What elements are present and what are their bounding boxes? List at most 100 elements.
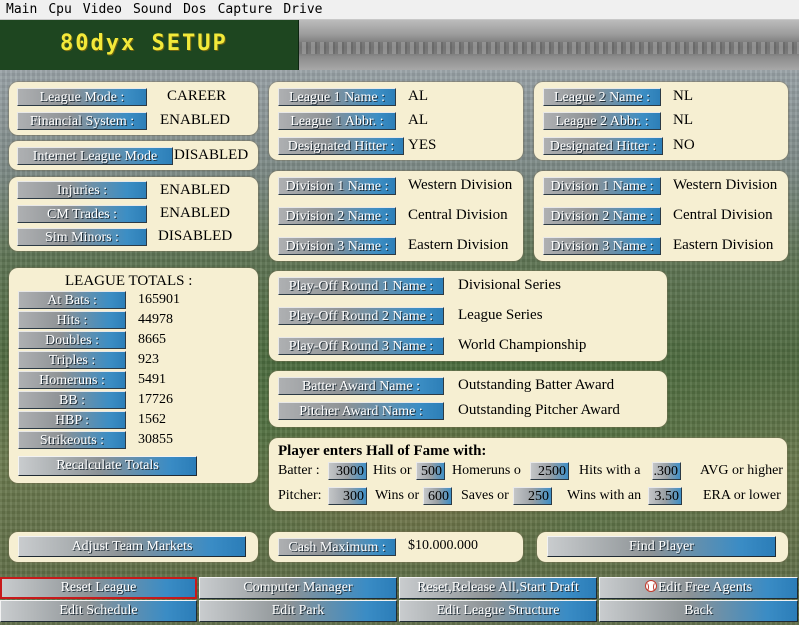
edit-schedule-button[interactable]: Edit Schedule bbox=[0, 600, 197, 622]
playoff-round-1-value: Divisional Series bbox=[458, 277, 561, 293]
totals-bb-value: 17726 bbox=[138, 392, 173, 407]
hof-pitcher-label: Pitcher: bbox=[278, 488, 322, 503]
league-1-division-1-label[interactable]: Division 1 Name : bbox=[278, 177, 396, 195]
totals-hbp-label[interactable]: HBP : bbox=[18, 411, 126, 429]
hof-pitcher-wins-text: Wins or bbox=[375, 488, 420, 503]
cash-maximum-label[interactable]: Cash Maximum : bbox=[278, 538, 396, 556]
totals-strikeouts-value: 30855 bbox=[138, 432, 173, 447]
financial-system-label[interactable]: Financial System : bbox=[17, 112, 147, 130]
league-2-name-label[interactable]: League 2 Name : bbox=[543, 88, 661, 106]
league-1-name-value: AL bbox=[408, 88, 428, 104]
hof-pitcher-saves-text: Saves or bbox=[461, 488, 509, 503]
hof-batter-hits-input[interactable]: 3000 bbox=[328, 462, 367, 480]
league-1-division-1-value: Western Division bbox=[408, 177, 513, 193]
playoff-round-2-label[interactable]: Play-Off Round 2 Name : bbox=[278, 307, 444, 325]
cm-trades-label[interactable]: CM Trades : bbox=[17, 205, 147, 223]
menu-drive[interactable]: Drive bbox=[277, 0, 327, 20]
league-2-division-2-label[interactable]: Division 2 Name : bbox=[543, 207, 661, 225]
league-1-designated-hitter-label[interactable]: Designated Hitter : bbox=[278, 137, 404, 155]
internet-league-panel: Internet League Mode DISABLED bbox=[9, 141, 258, 170]
league-1-division-3-value: Eastern Division bbox=[408, 237, 509, 253]
pitcher-award-value: Outstanding Pitcher Award bbox=[458, 402, 620, 418]
league-mode-label[interactable]: League Mode : bbox=[17, 88, 147, 106]
hall-of-fame-title: Player enters Hall of Fame with: bbox=[278, 443, 487, 459]
league-1-division-2-label[interactable]: Division 2 Name : bbox=[278, 207, 396, 225]
league-1-abbr-value: AL bbox=[408, 112, 428, 128]
league-2-division-3-label[interactable]: Division 3 Name : bbox=[543, 237, 661, 255]
hof-pitcher-era-input[interactable]: 3.50 bbox=[648, 487, 682, 505]
hall-of-fame-panel: Player enters Hall of Fame with: Batter … bbox=[269, 438, 787, 511]
edit-league-structure-button[interactable]: Edit League Structure bbox=[399, 600, 597, 622]
league-2-division-1-label[interactable]: Division 1 Name : bbox=[543, 177, 661, 195]
injuries-value: ENABLED bbox=[160, 182, 230, 198]
league-1-panel: League 1 Name : AL League 1 Abbr. : AL D… bbox=[269, 82, 523, 160]
hof-batter-avg-input[interactable]: .300 bbox=[652, 462, 681, 480]
totals-homeruns-value: 5491 bbox=[138, 372, 166, 387]
totals-strikeouts-label[interactable]: Strikeouts : bbox=[18, 431, 126, 449]
league-1-name-label[interactable]: League 1 Name : bbox=[278, 88, 396, 106]
hof-batter-avg-hits-input[interactable]: 2500 bbox=[530, 462, 569, 480]
find-player-button[interactable]: Find Player bbox=[547, 536, 776, 557]
playoffs-panel: Play-Off Round 1 Name : Divisional Serie… bbox=[269, 271, 667, 361]
league-1-division-3-label[interactable]: Division 3 Name : bbox=[278, 237, 396, 255]
hof-batter-hits-text: Hits or bbox=[373, 463, 412, 478]
app-title: 80dyx SETUP bbox=[60, 31, 228, 56]
menu-main[interactable]: Main bbox=[0, 0, 42, 20]
hof-batter-homeruns-input[interactable]: 500 bbox=[416, 462, 445, 480]
menu-video[interactable]: Video bbox=[77, 0, 127, 20]
totals-hits-label[interactable]: Hits : bbox=[18, 311, 126, 329]
menu-dos[interactable]: Dos bbox=[177, 0, 211, 20]
find-player-panel: Find Player bbox=[537, 532, 788, 562]
league-2-designated-hitter-label[interactable]: Designated Hitter : bbox=[543, 137, 663, 155]
totals-bb-label[interactable]: BB : bbox=[18, 391, 126, 409]
totals-doubles-label[interactable]: Doubles : bbox=[18, 331, 126, 349]
menu-cpu[interactable]: Cpu bbox=[42, 0, 76, 20]
league-2-abbr-label[interactable]: League 2 Abbr. : bbox=[543, 112, 661, 130]
edit-park-button[interactable]: Edit Park bbox=[199, 600, 397, 622]
pitcher-award-label[interactable]: Pitcher Award Name : bbox=[278, 402, 444, 420]
playoff-round-1-label[interactable]: Play-Off Round 1 Name : bbox=[278, 277, 444, 295]
cash-maximum-value: $10.000.000 bbox=[408, 538, 478, 553]
playoff-round-3-value: World Championship bbox=[458, 337, 587, 353]
injuries-label[interactable]: Injuries : bbox=[17, 181, 147, 199]
league-totals-title: LEAGUE TOTALS : bbox=[65, 273, 193, 289]
cm-trades-value: ENABLED bbox=[160, 205, 230, 221]
totals-doubles-value: 8665 bbox=[138, 332, 166, 347]
totals-at-bats-value: 165901 bbox=[138, 292, 180, 307]
sim-minors-label[interactable]: Sim Minors : bbox=[17, 228, 147, 246]
edit-free-agents-label: Edit Free Agents bbox=[657, 580, 753, 595]
awards-panel: Batter Award Name : Outstanding Batter A… bbox=[269, 371, 667, 427]
hof-pitcher-wins-input[interactable]: 300 bbox=[328, 487, 367, 505]
hof-batter-avg-hits-text: Hits with a bbox=[579, 463, 641, 478]
hof-pitcher-saves-input[interactable]: 600 bbox=[423, 487, 452, 505]
batter-award-label[interactable]: Batter Award Name : bbox=[278, 377, 444, 395]
league-1-divisions-panel: Division 1 Name : Western Division Divis… bbox=[269, 171, 523, 261]
computer-manager-button[interactable]: Computer Manager bbox=[199, 577, 397, 599]
adjust-markets-panel: Adjust Team Markets bbox=[9, 532, 258, 562]
totals-triples-value: 923 bbox=[138, 352, 159, 367]
totals-at-bats-label[interactable]: At Bats : bbox=[18, 291, 126, 309]
adjust-team-markets-button[interactable]: Adjust Team Markets bbox=[18, 536, 246, 557]
menu-sound[interactable]: Sound bbox=[127, 0, 177, 20]
totals-triples-label[interactable]: Triples : bbox=[18, 351, 126, 369]
playoff-round-3-label[interactable]: Play-Off Round 3 Name : bbox=[278, 337, 444, 355]
hof-pitcher-era-text: ERA or lower bbox=[703, 488, 781, 503]
menu-capture[interactable]: Capture bbox=[212, 0, 278, 20]
league-2-division-1-value: Western Division bbox=[673, 177, 778, 193]
edit-free-agents-button[interactable]: Edit Free Agents bbox=[599, 577, 798, 599]
league-1-abbr-label[interactable]: League 1 Abbr. : bbox=[278, 112, 396, 130]
hof-batter-label: Batter : bbox=[278, 463, 320, 478]
hof-pitcher-era-wins-input[interactable]: 250 bbox=[513, 487, 552, 505]
totals-homeruns-label[interactable]: Homeruns : bbox=[18, 371, 126, 389]
reset-release-start-draft-button[interactable]: Reset,Release All,Start Draft bbox=[399, 577, 597, 599]
hof-pitcher-era-wins-text: Wins with an bbox=[567, 488, 642, 503]
recalculate-totals-button[interactable]: Recalculate Totals bbox=[18, 456, 197, 476]
league-2-name-value: NL bbox=[673, 88, 693, 104]
reset-league-button[interactable]: Reset League bbox=[0, 577, 197, 599]
internet-league-mode-value: DISABLED bbox=[174, 147, 249, 163]
league-mode-panel: League Mode : CAREER Financial System : … bbox=[9, 82, 258, 135]
totals-hbp-value: 1562 bbox=[138, 412, 166, 427]
internet-league-mode-label[interactable]: Internet League Mode bbox=[17, 147, 173, 165]
baseball-icon bbox=[644, 580, 657, 592]
back-button[interactable]: Back bbox=[599, 600, 798, 622]
